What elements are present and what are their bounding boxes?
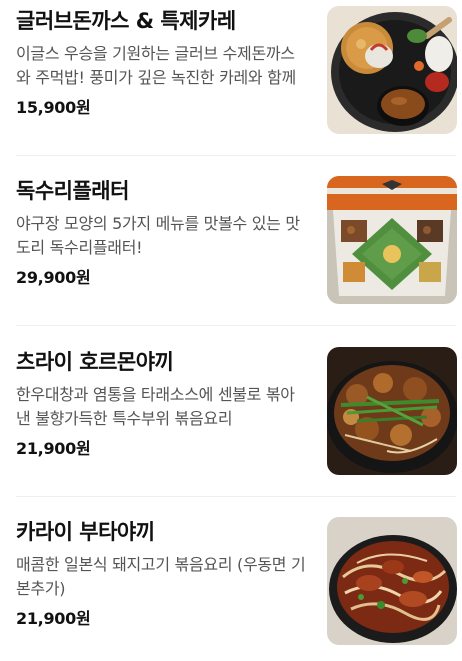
- stir-fried-tripe-skillet-icon: [327, 347, 457, 475]
- menu-item-glove-cutlet[interactable]: 글러브돈까스 & 특제카레 이글스 우승을 기원하는 글러브 수제돈까스와 주먹…: [0, 0, 462, 150]
- menu-item-text: 글러브돈까스 & 특제카레 이글스 우승을 기원하는 글러브 수제돈까스와 주먹…: [16, 6, 308, 120]
- menu-item-name: 독수리플래터: [16, 179, 129, 203]
- menu-item-text: 츠라이 호르몬야끼 한우대창과 염통을 타래소스에 센불로 볶아낸 불향가득한 …: [16, 347, 308, 461]
- pork-cutlet-curry-plate-photo[interactable]: [327, 6, 457, 134]
- menu-item-description: 매콤한 일본식 돼지고기 볶음요리 (우동면 기본추가): [16, 555, 306, 598]
- divider: [16, 155, 456, 156]
- menu-item-text: 독수리플래터 야구장 모양의 5가지 메뉴를 맛볼수 있는 맛도리 독수리플래터…: [16, 176, 308, 290]
- menu-item-eagle-platter[interactable]: 독수리플래터 야구장 모양의 5가지 메뉴를 맛볼수 있는 맛도리 독수리플래터…: [0, 170, 462, 320]
- menu-item-hormone-yaki[interactable]: 츠라이 호르몬야끼 한우대창과 염통을 타래소스에 센불로 볶아낸 불향가득한 …: [0, 341, 462, 491]
- menu-item-description: 야구장 모양의 5가지 메뉴를 맛볼수 있는 맛도리 독수리플래터!: [16, 214, 300, 257]
- pork-cutlet-curry-plate-icon: [327, 6, 457, 134]
- baseball-field-platter-icon: [327, 176, 457, 304]
- menu-item-text: 카라이 부타야끼 매콤한 일본식 돼지고기 볶음요리 (우동면 기본추가) 21…: [16, 517, 308, 631]
- menu-item-name: 글러브돈까스 & 특제카레: [16, 9, 236, 33]
- menu-item-description: 한우대창과 염통을 타래소스에 센불로 볶아낸 불향가득한 특수부위 볶음요리: [16, 385, 295, 428]
- spicy-pork-udon-skillet-icon: [327, 517, 457, 645]
- menu-item-price: 29,900원: [16, 268, 91, 287]
- menu-item-description: 이글스 우승을 기원하는 글러브 수제돈까스와 주먹밥! 풍미가 깊은 녹진한 …: [16, 44, 296, 87]
- divider: [16, 325, 456, 326]
- menu-item-buta-yaki[interactable]: 카라이 부타야끼 매콤한 일본식 돼지고기 볶음요리 (우동면 기본추가) 21…: [0, 511, 462, 661]
- baseball-field-platter-photo[interactable]: [327, 176, 457, 304]
- spicy-pork-udon-skillet-photo[interactable]: [327, 517, 457, 645]
- menu-item-price: 15,900원: [16, 98, 91, 117]
- menu-item-name: 카라이 부타야끼: [16, 520, 155, 544]
- menu-item-name: 츠라이 호르몬야끼: [16, 350, 174, 374]
- stir-fried-tripe-skillet-photo[interactable]: [327, 347, 457, 475]
- menu-item-price: 21,900원: [16, 609, 91, 628]
- divider: [16, 496, 456, 497]
- menu-item-price: 21,900원: [16, 439, 91, 458]
